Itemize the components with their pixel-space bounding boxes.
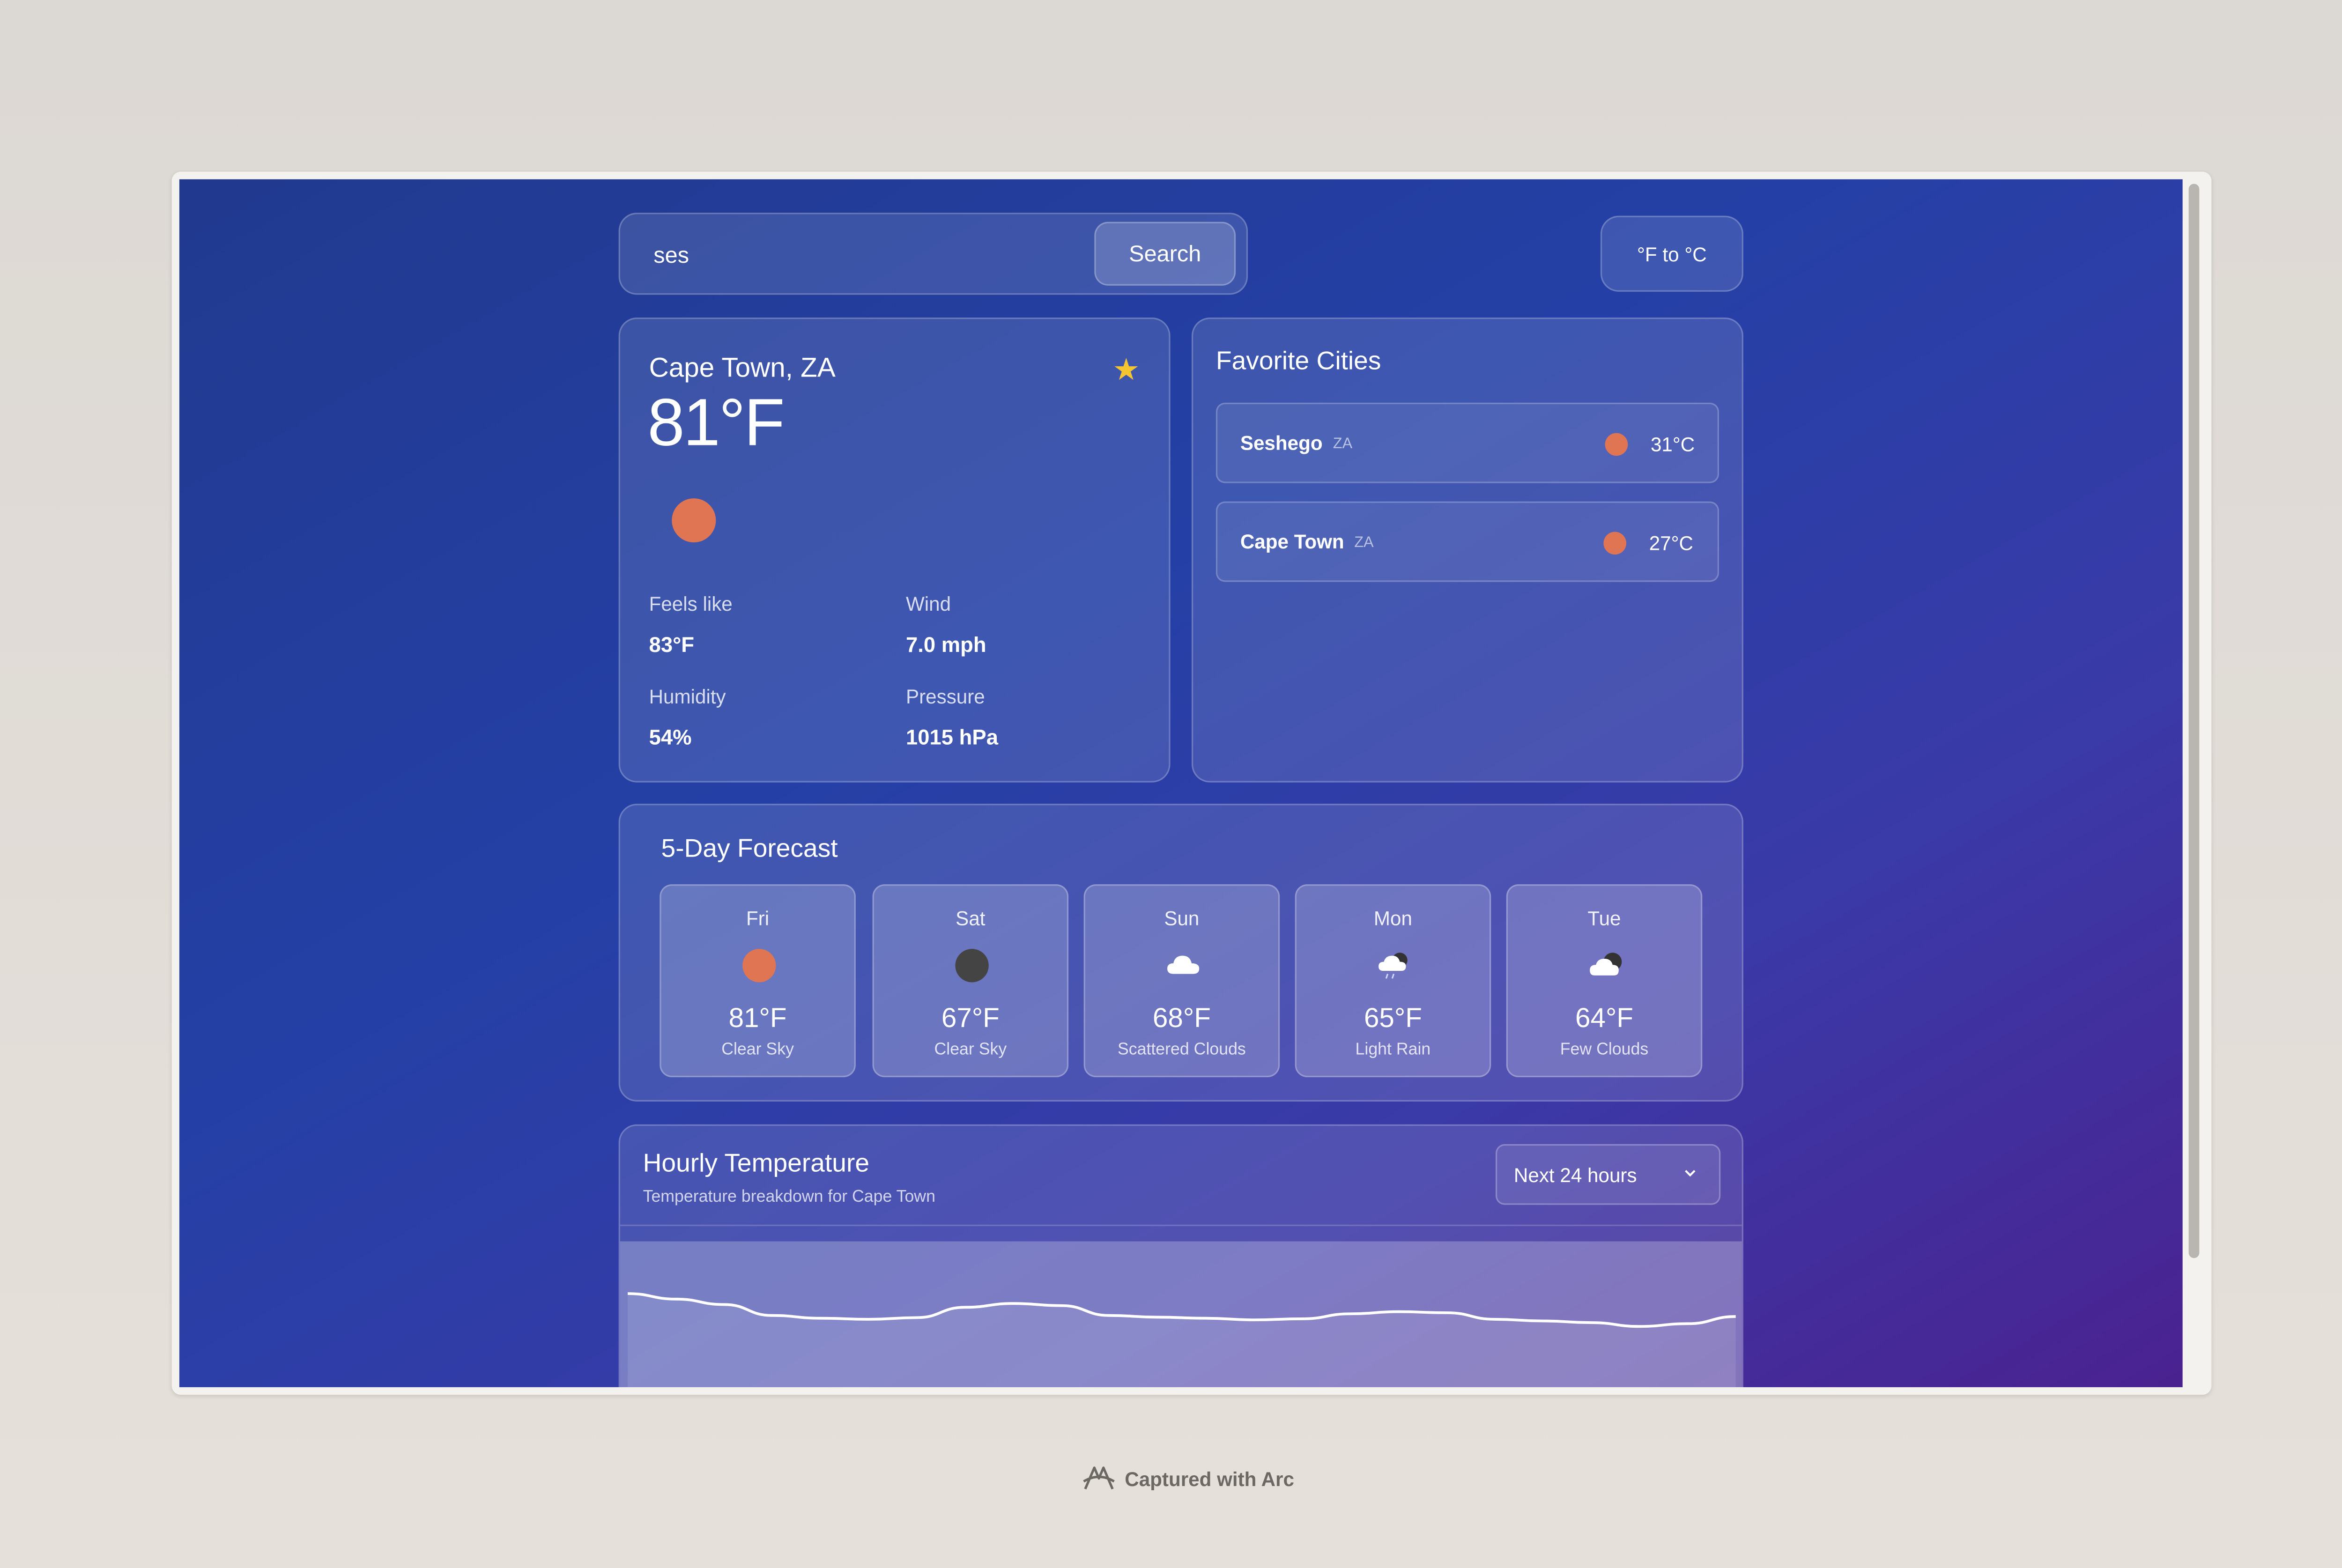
hourly-title: Hourly Temperature [643,1148,870,1178]
forecast-title: 5-Day Forecast [661,834,838,863]
pressure-label: Pressure [905,685,985,708]
forecast-day-name: Tue [1587,907,1621,930]
rain-cloud-icon [1379,953,1408,979]
forecast-day-desc: Few Clouds [1560,1041,1649,1059]
chevron-down-icon [1685,1170,1696,1177]
app-viewport: Search °F to °C Cape Town, ZA ★ 81°F Fee… [179,179,2183,1387]
cloud-icon [1167,955,1200,974]
favorite-city-country: ZA [1333,436,1353,453]
forecast-day-name: Fri [746,907,770,930]
time-range-label: Next 24 hours [1513,1164,1637,1187]
current-weather-card: Cape Town, ZA ★ 81°F Feels like 83°F Win… [618,318,1171,783]
scrollbar[interactable] [2184,179,2204,1387]
forecast-day-temp: 68°F [1152,1003,1211,1034]
moon-icon [955,949,989,983]
pressure-value: 1015 hPa [905,725,998,749]
sun-icon [672,498,716,543]
arc-capture-badge: Captured with Arc [1081,1463,1294,1494]
forecast-day-name: Sun [1164,907,1200,930]
forecast-day-name: Sat [956,907,986,930]
forecast-day-temp: 81°F [728,1003,787,1034]
forecast-day-card: Sun 68°F Scattered Clouds [1083,884,1280,1078]
favorite-city-name: Seshego [1240,431,1323,455]
feels-like-value: 83°F [649,632,695,657]
favorite-city-temp: 27°C [1649,532,1693,555]
scrollbar-thumb[interactable] [2188,184,2200,1258]
search-input[interactable] [635,223,1097,288]
favorites-title: Favorite Cities [1215,346,1381,376]
forecast-day-card: Fri 81°F Clear Sky [660,884,856,1078]
current-temperature: 81°F [647,386,785,460]
hourly-temperature-chart [620,1241,1742,1387]
forecast-day-temp: 67°F [941,1003,1000,1034]
forecast-day-card: Mon 65°F Light Rain [1295,884,1491,1078]
favorite-city-temp: 31°C [1650,433,1695,456]
unit-toggle-button[interactable]: °F to °C [1600,215,1743,292]
hourly-temperature-card: Hourly Temperature Temperature breakdown… [618,1124,1743,1387]
forecast-day-name: Mon [1373,907,1412,930]
favorite-cities-card: Favorite Cities Seshego ZA 31°C Cape Tow… [1192,318,1743,783]
sun-icon [1603,532,1627,555]
feels-like-label: Feels like [649,592,733,615]
sun-icon [1605,433,1628,456]
wind-value: 7.0 mph [905,632,986,657]
sun-icon [742,949,776,983]
forecast-day-desc: Light Rain [1355,1041,1431,1059]
forecast-day-temp: 64°F [1575,1003,1633,1034]
forecast-day-desc: Clear Sky [721,1041,794,1059]
humidity-value: 54% [649,725,692,749]
screenshot-stage: Search °F to °C Cape Town, ZA ★ 81°F Fee… [0,0,2342,1568]
cloud-moon-icon [1590,953,1622,976]
favorite-city-item[interactable]: Cape Town ZA 27°C [1215,501,1719,582]
star-icon[interactable]: ★ [1112,351,1140,389]
forecast-day-desc: Clear Sky [934,1041,1007,1059]
five-day-forecast-card: 5-Day Forecast Fri 81°F Clear Sky Sat 67… [618,804,1743,1102]
time-range-select[interactable]: Next 24 hours [1495,1144,1721,1205]
arc-logo-icon [1083,1466,1115,1490]
arc-badge-label: Captured with Arc [1125,1467,1294,1490]
divider [620,1224,1742,1227]
search-bar: Search [618,213,1248,295]
favorite-city-country: ZA [1354,534,1374,552]
forecast-day-card: Sat 67°F Clear Sky [872,884,1069,1078]
humidity-label: Humidity [649,685,726,708]
hourly-subtitle: Temperature breakdown for Cape Town [643,1188,935,1206]
forecast-day-card: Tue 64°F Few Clouds [1506,884,1703,1078]
favorite-city-item[interactable]: Seshego ZA 31°C [1215,402,1719,483]
forecast-day-temp: 65°F [1364,1003,1422,1034]
current-city-name: Cape Town, ZA [649,352,836,383]
favorite-city-name: Cape Town [1240,530,1344,553]
browser-window: Search °F to °C Cape Town, ZA ★ 81°F Fee… [171,171,2212,1395]
search-button[interactable]: Search [1094,222,1236,286]
forecast-day-desc: Scattered Clouds [1117,1041,1246,1059]
wind-label: Wind [905,592,951,615]
